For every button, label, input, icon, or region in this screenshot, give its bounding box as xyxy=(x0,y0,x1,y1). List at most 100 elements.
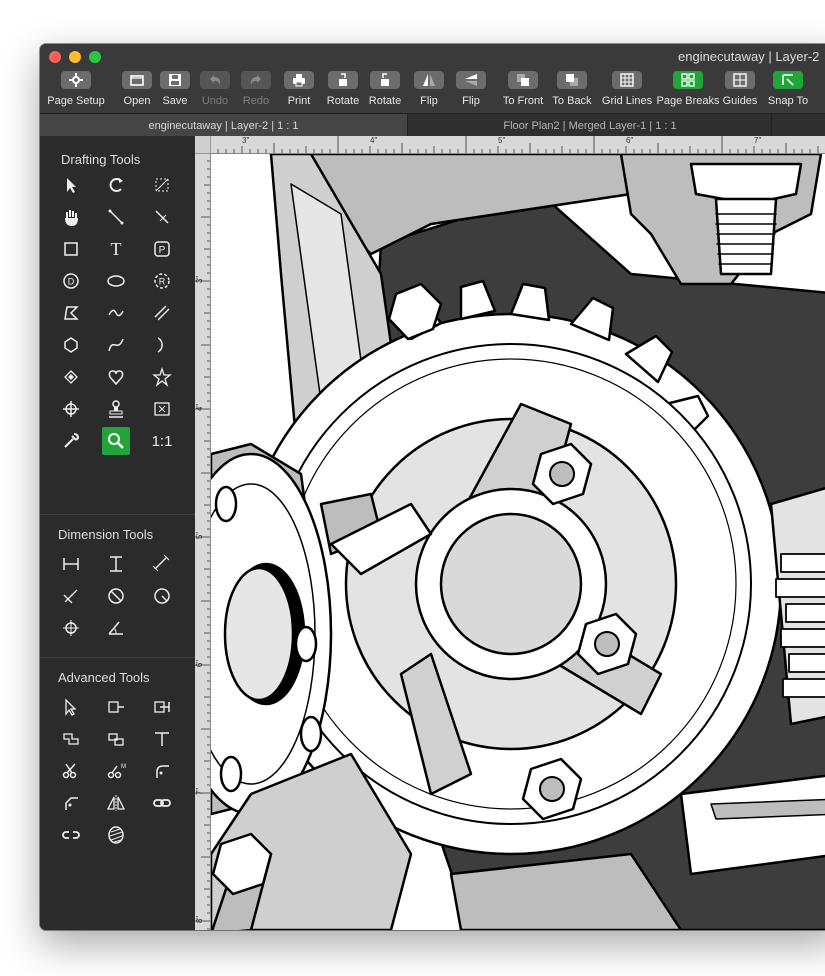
chamfer-tool[interactable] xyxy=(57,789,85,817)
horizontal-dimension-tool[interactable] xyxy=(57,550,85,578)
open-button[interactable]: Open xyxy=(122,71,152,111)
text-tool[interactable]: T xyxy=(102,235,130,263)
flip-button[interactable]: Flip xyxy=(414,71,444,111)
ellipse-icon xyxy=(107,275,125,287)
horizontal-ruler[interactable]: 3" 4" 5" 6" 7" xyxy=(209,136,825,154)
parcel-tool[interactable]: P xyxy=(148,235,176,263)
to-back-button[interactable]: To Back xyxy=(550,71,594,111)
ruler-label: 7" xyxy=(195,787,205,796)
mirror-tool[interactable] xyxy=(102,789,130,817)
zoom-tool[interactable] xyxy=(102,427,130,455)
ruler-label: 6" xyxy=(195,659,205,668)
line-tool[interactable] xyxy=(102,203,130,231)
actual-size-tool[interactable]: 1:1 xyxy=(148,427,176,455)
ruler-label: 6" xyxy=(626,136,634,145)
dimension-tools-title: Dimension Tools xyxy=(58,527,154,542)
circle-radius-tool[interactable]: R xyxy=(148,267,176,295)
horizontal-ruler-ticks xyxy=(209,136,819,153)
join-segments-icon xyxy=(63,733,79,745)
angle-dimension-tool[interactable] xyxy=(57,582,85,610)
extend-right-tool[interactable] xyxy=(148,693,176,721)
toolbar-label: Flip xyxy=(420,95,438,107)
page-setup-button[interactable]: Page Setup xyxy=(47,71,105,111)
page-breaks-icon xyxy=(673,71,703,89)
grid-lines-button[interactable]: Grid Lines xyxy=(600,71,654,111)
toolbar-label: To Back xyxy=(552,95,592,107)
star-tool[interactable] xyxy=(148,363,176,391)
circle-diameter-icon: D xyxy=(63,273,79,289)
drawing-canvas[interactable] xyxy=(211,154,825,930)
snap-icon xyxy=(773,71,803,89)
vertical-ruler[interactable]: 3" 4" 5" 6" 7" 8" xyxy=(195,152,211,930)
break-segments-icon xyxy=(108,733,124,746)
cut-tool[interactable] xyxy=(57,757,85,785)
unlink-tool[interactable] xyxy=(57,821,85,849)
image-placeholder-icon xyxy=(154,402,170,416)
ruler-label: 5" xyxy=(195,531,205,540)
page-breaks-button[interactable]: Page Breaks xyxy=(657,71,719,111)
angular-dimension-tool[interactable] xyxy=(102,614,130,642)
regular-polygon-tool[interactable] xyxy=(57,331,85,359)
rotate-tool[interactable] xyxy=(102,171,130,199)
toolbar-label: Print xyxy=(287,95,311,107)
bezier-curve-tool[interactable] xyxy=(102,331,130,359)
crosshair-icon xyxy=(63,401,79,417)
image-placeholder-tool[interactable] xyxy=(148,395,176,423)
snap-to-button[interactable]: Snap To xyxy=(765,71,811,111)
vertical-dimension-tool[interactable] xyxy=(102,550,130,578)
rotate-button[interactable]: Rotate xyxy=(369,71,401,111)
trim-tool[interactable] xyxy=(148,725,176,753)
break-segments-tool[interactable] xyxy=(102,725,130,753)
node-edit-tool[interactable] xyxy=(57,693,85,721)
close-window-button[interactable] xyxy=(49,51,61,63)
arrow-select-tool[interactable] xyxy=(57,171,85,199)
transform-tool[interactable] xyxy=(148,171,176,199)
to-front-button[interactable]: To Front xyxy=(499,71,547,111)
link-tool[interactable] xyxy=(148,789,176,817)
layers-tool[interactable] xyxy=(57,363,85,391)
aligned-dimension-tool[interactable] xyxy=(148,550,176,578)
print-button[interactable]: Print xyxy=(284,71,314,111)
rotate-button[interactable]: Rotate xyxy=(327,71,359,111)
floppy-icon xyxy=(160,71,190,89)
rectangle-icon xyxy=(64,242,78,256)
undo-icon xyxy=(200,71,230,89)
hatch-tool[interactable] xyxy=(102,821,130,849)
minimize-window-button[interactable] xyxy=(69,51,81,63)
guides-icon xyxy=(725,71,755,89)
ellipse-tool[interactable] xyxy=(102,267,130,295)
guides-button[interactable]: Guides xyxy=(721,71,759,111)
polygon-tool[interactable] xyxy=(57,299,85,327)
bring-to-front-icon xyxy=(508,71,538,89)
extend-left-tool[interactable] xyxy=(102,693,130,721)
ruler-label: 3" xyxy=(242,136,250,145)
hand-pan-icon xyxy=(65,210,78,227)
stamp-tool[interactable] xyxy=(102,395,130,423)
parallel-lines-icon xyxy=(154,305,170,321)
eyedropper-tool[interactable] xyxy=(57,427,85,455)
diameter-dimension-tool[interactable] xyxy=(102,582,130,610)
parallel-lines-tool[interactable] xyxy=(148,299,176,327)
cut-measure-tool[interactable]: M xyxy=(102,757,130,785)
arc-tool[interactable] xyxy=(148,331,176,359)
radius-dimension-tool[interactable] xyxy=(148,582,176,610)
center-mark-tool[interactable] xyxy=(57,614,85,642)
flip-button[interactable]: Flip xyxy=(456,71,486,111)
circle-diameter-tool[interactable]: D xyxy=(57,267,85,295)
join-segments-tool[interactable] xyxy=(57,725,85,753)
undo-button[interactable]: Undo xyxy=(200,71,230,111)
rectangle-tool[interactable] xyxy=(57,235,85,263)
crosshair-tool[interactable] xyxy=(57,395,85,423)
save-button[interactable]: Save xyxy=(160,71,190,111)
tab-enginecutaway[interactable]: enginecutaway | Layer-2 | 1 : 1 xyxy=(40,114,407,137)
angular-dimension-icon xyxy=(108,621,123,635)
tab-floor-plan[interactable]: Floor Plan2 | Merged Layer-1 | 1 : 1 xyxy=(407,114,772,137)
aligned-dimension-icon xyxy=(152,554,170,572)
freehand-tool[interactable] xyxy=(102,299,130,327)
redo-button[interactable]: Redo xyxy=(241,71,271,111)
hand-pan-tool[interactable] xyxy=(57,203,85,231)
zoom-window-button[interactable] xyxy=(89,51,101,63)
perpendicular-line-tool[interactable] xyxy=(148,203,176,231)
heart-shape-tool[interactable] xyxy=(102,363,130,391)
fillet-tool[interactable] xyxy=(148,757,176,785)
